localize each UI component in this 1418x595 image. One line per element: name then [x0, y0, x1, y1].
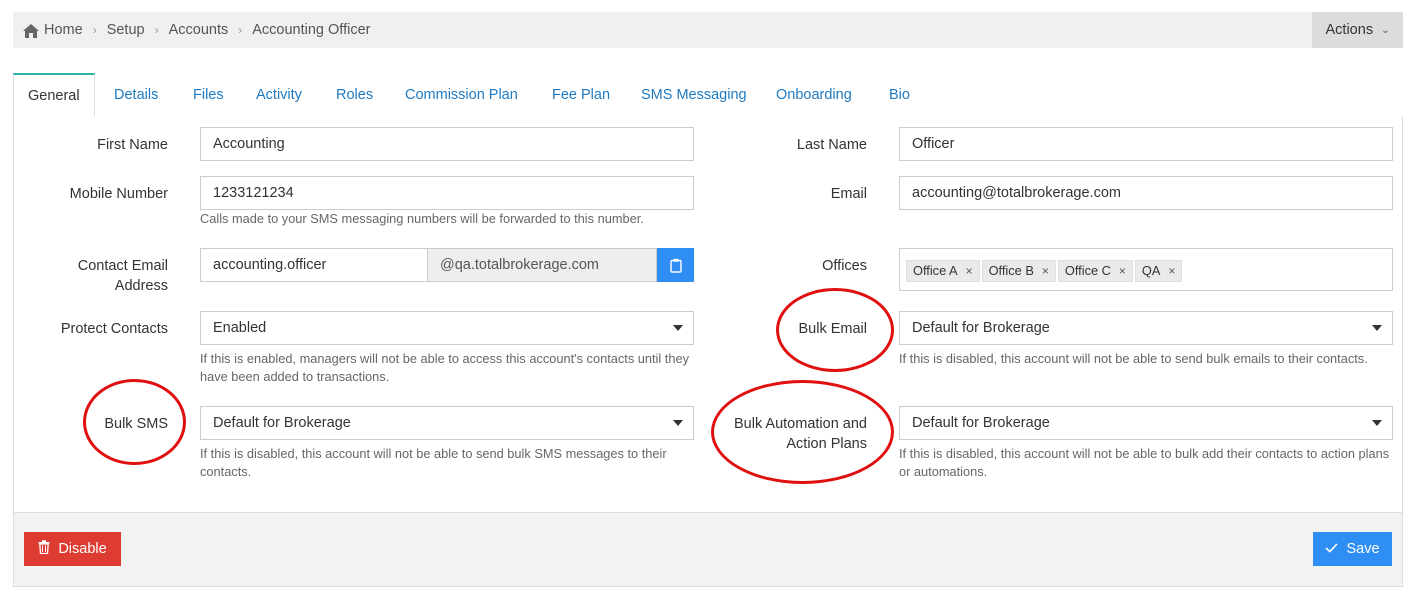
contact-email-domain: @qa.totalbrokerage.com: [428, 248, 657, 282]
bulk-automation-label: Bulk Automation and Action Plans: [734, 414, 867, 454]
offices-label: Offices: [822, 258, 867, 274]
breadcrumb-setup[interactable]: Setup: [107, 22, 145, 38]
chevron-right-icon: ›: [154, 23, 159, 37]
copy-button[interactable]: [657, 248, 694, 282]
email-input[interactable]: accounting@totalbrokerage.com: [899, 176, 1393, 210]
email-label: Email: [830, 186, 867, 202]
bulk-automation-select[interactable]: Default for Brokerage: [899, 406, 1393, 440]
bulk-sms-label: Bulk SMS: [104, 416, 168, 432]
bulk-sms-value: Default for Brokerage: [213, 415, 351, 431]
breadcrumb: Home › Setup › Accounts › Accounting Off…: [23, 12, 370, 48]
last-name-label: Last Name: [796, 137, 867, 153]
disable-label: Disable: [58, 541, 107, 557]
bulk-email-help: If this is disabled, this account will n…: [899, 351, 1368, 366]
protect-contacts-value: Enabled: [213, 320, 267, 336]
mobile-number-label: Mobile Number: [69, 186, 168, 202]
breadcrumb-current: Accounting Officer: [252, 22, 371, 38]
bulk-automation-help: If this is disabled, this account will n…: [899, 446, 1390, 479]
bulk-automation-label-line1: Bulk Automation and: [733, 416, 867, 432]
close-icon[interactable]: ×: [1119, 264, 1126, 278]
tab-general[interactable]: General: [13, 73, 95, 118]
protect-contacts-select[interactable]: Enabled: [200, 311, 694, 345]
offices-tag-input[interactable]: Office A × Office B × Office C × QA ×: [899, 248, 1393, 291]
chevron-right-icon: ›: [238, 23, 243, 37]
check-icon: [1325, 541, 1339, 557]
breadcrumb-home[interactable]: Home: [44, 22, 83, 38]
close-icon[interactable]: ×: [966, 264, 973, 278]
chevron-right-icon: ›: [92, 23, 97, 37]
tab-bar: General Details Files Activity Roles Com…: [13, 73, 1403, 118]
mobile-number-input[interactable]: 1233121234: [200, 176, 694, 210]
breadcrumb-accounts[interactable]: Accounts: [169, 22, 229, 38]
bulk-automation-value: Default for Brokerage: [912, 415, 1050, 431]
office-tag-label: Office A: [913, 263, 958, 278]
trash-icon: [38, 540, 50, 558]
dropdown-caret-icon: [673, 325, 683, 331]
form-footer: Disable Save: [13, 512, 1403, 587]
bulk-email-select[interactable]: Default for Brokerage: [899, 311, 1393, 345]
office-tag: Office B ×: [981, 260, 1056, 282]
bulk-automation-label-line2: Action Plans: [786, 436, 867, 452]
contact-email-label: Contact Email Address: [78, 256, 168, 296]
office-tag: QA ×: [1134, 260, 1183, 282]
contact-email-label-line2: Address: [114, 278, 168, 294]
save-button[interactable]: Save: [1313, 532, 1392, 566]
tab-bio[interactable]: Bio: [889, 73, 910, 117]
actions-label: Actions: [1325, 22, 1374, 38]
actions-button[interactable]: Actions ⌄: [1312, 12, 1403, 48]
bulk-email-label: Bulk Email: [798, 321, 868, 337]
dropdown-caret-icon: [1372, 325, 1382, 331]
tab-onboarding[interactable]: Onboarding: [776, 73, 852, 117]
tab-sms-messaging[interactable]: SMS Messaging: [641, 73, 747, 117]
first-name-input[interactable]: Accounting: [200, 127, 694, 161]
office-tag: Office A ×: [906, 260, 980, 282]
tab-commission-plan[interactable]: Commission Plan: [405, 73, 518, 117]
contact-email-input[interactable]: accounting.officer: [200, 248, 428, 282]
close-icon[interactable]: ×: [1042, 264, 1049, 278]
disable-button[interactable]: Disable: [24, 532, 121, 566]
tab-roles[interactable]: Roles: [336, 73, 373, 117]
dropdown-caret-icon: [673, 420, 683, 426]
bulk-sms-select[interactable]: Default for Brokerage: [200, 406, 694, 440]
office-tag-label: QA: [1141, 263, 1161, 278]
home-icon[interactable]: [23, 24, 39, 38]
clipboard-icon: [669, 258, 682, 273]
protect-contacts-label: Protect Contacts: [60, 321, 168, 337]
office-tag: Office C ×: [1057, 260, 1133, 282]
mobile-number-help: Calls made to your SMS messaging numbers…: [200, 211, 644, 226]
chevron-down-icon: ⌄: [1381, 24, 1390, 36]
tab-fee-plan[interactable]: Fee Plan: [552, 73, 610, 117]
bulk-sms-help: If this is disabled, this account will n…: [200, 446, 667, 479]
office-tag-label: Office C: [1064, 263, 1111, 278]
tab-files[interactable]: Files: [193, 73, 224, 117]
save-label: Save: [1346, 541, 1380, 557]
protect-contacts-help: If this is enabled, managers will not be…: [200, 351, 689, 384]
bulk-email-value: Default for Brokerage: [912, 320, 1050, 336]
last-name-input[interactable]: Officer: [899, 127, 1393, 161]
first-name-label: First Name: [97, 137, 168, 153]
breadcrumb-bar: Home › Setup › Accounts › Accounting Off…: [13, 12, 1403, 48]
close-icon[interactable]: ×: [1168, 264, 1175, 278]
dropdown-caret-icon: [1372, 420, 1382, 426]
tab-details[interactable]: Details: [114, 73, 158, 117]
contact-email-label-line1: Contact Email: [77, 258, 168, 274]
office-tag-label: Office B: [988, 263, 1034, 278]
tab-activity[interactable]: Activity: [256, 73, 302, 117]
general-form-panel: First Name Accounting Last Name Officer …: [13, 116, 1403, 512]
